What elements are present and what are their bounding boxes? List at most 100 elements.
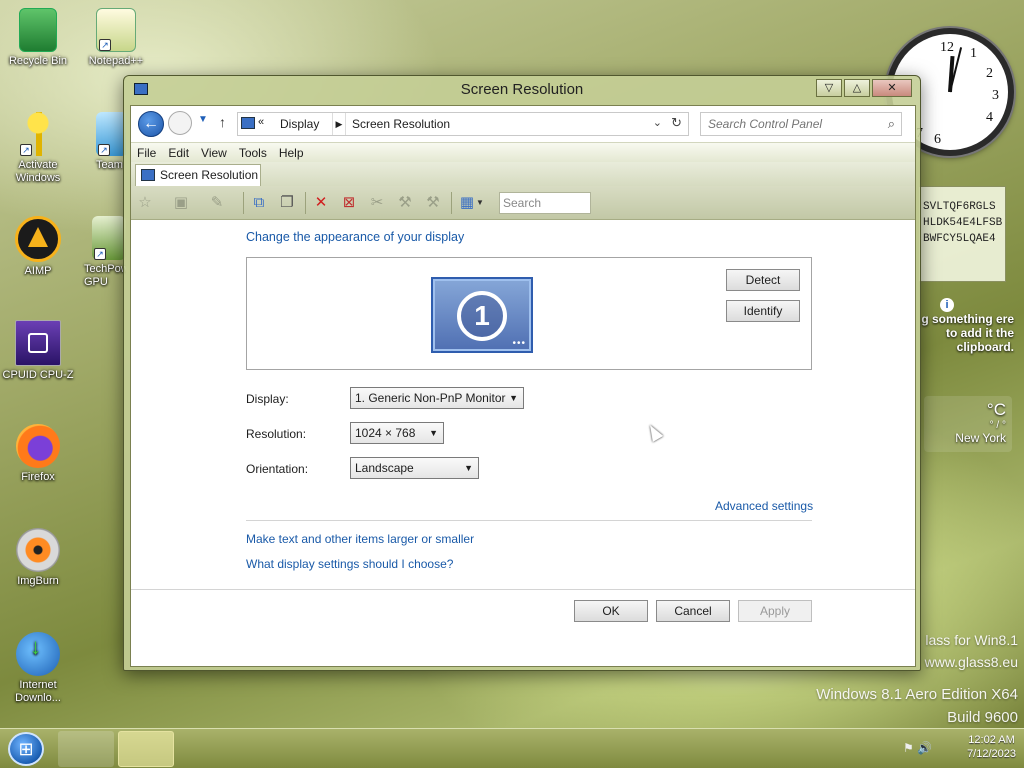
edit-icon[interactable]: ✎ [207,194,227,212]
display-icon [241,117,255,129]
monitor-1-icon[interactable]: 1 ••• [431,277,533,353]
detect-button[interactable]: Detect [726,269,800,291]
display-select-value: 1. Generic Non-PnP Monitor [355,391,506,405]
toolbar-search-field[interactable]: Search [499,192,591,214]
tool-b-icon[interactable]: ⚒ [423,194,443,212]
search-icon[interactable]: ⌕ [888,116,895,132]
toolbar: ☆ ▣ ✎ ⧉ ❐ ✕ ⊠ ✂ ⚒ ⚒ ▦ ▼ Search [131,186,915,220]
text-size-link[interactable]: Make text and other items larger or smal… [246,532,474,546]
weather-temp: °C [986,400,1006,419]
desktop-icon-imgburn[interactable]: ImgBurn [0,528,76,588]
refresh-icon[interactable]: ↻ [671,115,682,131]
weather-range: ° / ° [989,420,1006,431]
minimize-button[interactable]: ▽ [816,79,842,97]
desktop-icon-team[interactable]: ↗ Team [86,112,126,172]
resolution-select[interactable]: 1024 × 768 ▼ [350,422,444,444]
orientation-select[interactable]: Landscape ▼ [350,457,479,479]
display-preview-area: 1 ••• Detect Identify [246,257,812,370]
maximize-button[interactable]: △ [844,79,870,97]
display-settings-help-link[interactable]: What display settings should I choose? [246,557,453,571]
screenshot-icon[interactable]: ▣ [171,194,191,212]
toolbar-separator [243,192,244,214]
recent-pages-chevron-icon[interactable]: ▼ [198,114,208,125]
aimp-icon [15,216,61,262]
desktop-icon-label: Firefox [21,471,55,483]
desktop-icon-activate-windows[interactable]: ↗ Activate Windows [0,112,76,185]
taskbar-app-button[interactable] [58,731,114,767]
clock-numeral: 1 [970,46,977,61]
tool-a-icon[interactable]: ⚒ [395,194,415,212]
advanced-settings-link[interactable]: Advanced settings [715,499,813,513]
firefox-icon [16,424,60,468]
clock-numeral: 6 [934,132,941,147]
tray-icons[interactable]: ⚑ 🔊 [903,741,932,755]
resolution-label: Resolution: [246,427,307,441]
desktop-icon-notepadpp[interactable]: ↗ Notepad++ [78,8,154,68]
tab-strip: Screen Resolution [131,162,915,186]
info-icon: i [940,298,954,312]
start-button[interactable]: ⊞ [8,732,44,766]
clipboard-line: HLDK54E4LFSB [923,217,1003,229]
double-chevron-icon[interactable]: « [258,116,264,128]
chevron-down-icon: ▼ [464,463,473,473]
back-button[interactable]: ← [138,111,164,137]
control-panel-icon[interactable] [134,83,148,95]
menu-file[interactable]: File [131,143,162,163]
address-dropdown-icon[interactable]: ⌄ [653,116,662,129]
view-options-icon[interactable]: ▦ [457,194,477,212]
address-bar[interactable]: « Display ▶ Screen Resolution ⌄ ↻ [237,112,689,136]
ok-button[interactable]: OK [574,600,648,622]
breadcrumb-screen-resolution[interactable]: Screen Resolution [352,117,450,131]
desktop-icon-cpu-z[interactable]: CPUID CPU-Z [0,320,76,382]
delete-window-icon[interactable]: ⊠ [339,194,359,212]
apply-button[interactable]: Apply [738,600,812,622]
aimp-triangle-icon [28,227,48,247]
page-heading: Change the appearance of your display [246,230,465,244]
delete-icon[interactable]: ✕ [311,194,331,212]
close-button[interactable]: ✕ [872,79,912,97]
cancel-button[interactable]: Cancel [656,600,730,622]
view-dropdown-icon[interactable]: ▼ [475,194,485,212]
download-arrow-icon: ↓ [30,634,41,659]
desktop-icon-recycle-bin[interactable]: Recycle Bin [0,8,76,68]
search-control-panel-input[interactable] [701,113,871,135]
desktop-icon-firefox[interactable]: Firefox [0,424,76,484]
desktop-icon-idm[interactable]: ↓ Internet Downlo... [0,632,76,705]
tray-date: 7/12/2023 [967,748,1016,760]
weather-gadget[interactable]: °C ° / ° New York [924,396,1012,452]
menu-view[interactable]: View [195,143,233,163]
search-control-panel[interactable]: ⌕ [700,112,902,136]
menu-help[interactable]: Help [273,143,310,163]
forward-button[interactable] [168,111,192,135]
up-arrow-button[interactable]: ↑ [219,114,226,130]
menu-edit[interactable]: Edit [162,143,195,163]
taskbar-control-panel-button[interactable] [118,731,174,767]
desktop-icon-label: Recycle Bin [8,55,68,67]
desktop-icon-label: Notepad++ [88,55,144,67]
chevron-down-icon: ▼ [509,393,518,403]
breadcrumb-display[interactable]: Display [280,117,319,131]
open-window-icon[interactable]: ⧉ [249,194,269,212]
identify-button[interactable]: Identify [726,300,800,322]
orientation-select-value: Landscape [355,461,414,475]
tab-screen-resolution[interactable]: Screen Resolution [135,164,261,186]
clipboard-line: SVLTQF6RGLS [923,201,996,213]
shortcut-arrow-icon: ↗ [20,144,32,156]
toolbar-separator [451,192,452,214]
display-select[interactable]: 1. Generic Non-PnP Monitor ▼ [350,387,524,409]
window-client-area: ← ▼ ↑ « Display ▶ Screen Resolution ⌄ ↻ … [130,105,916,667]
desktop-icon-gpu-z[interactable]: ↗ TechPow GPU [82,216,126,289]
favorite-star-icon[interactable]: ☆ [135,194,155,212]
desktop-icon-label: AIMP [24,265,52,277]
menu-tools[interactable]: Tools [233,143,273,163]
cut-icon[interactable]: ✂ [367,194,387,212]
system-clock[interactable]: 12:02 AM 7/12/2023 [967,733,1016,761]
clipboard-gadget[interactable]: SVLTQF6RGLS HLDK54E4LFSB BWFCY5LQAE4 [918,186,1006,282]
display-label: Display: [246,392,289,406]
cascade-icon[interactable]: ❐ [277,194,297,212]
watermark-line: www.glass8.eu [924,654,1018,670]
shortcut-arrow-icon: ↗ [99,39,111,51]
watermark-line: Windows 8.1 Aero Edition X64 [816,686,1018,703]
desktop-icon-aimp[interactable]: AIMP [0,216,76,278]
breadcrumb-separator-icon[interactable]: ▶ [332,113,346,135]
